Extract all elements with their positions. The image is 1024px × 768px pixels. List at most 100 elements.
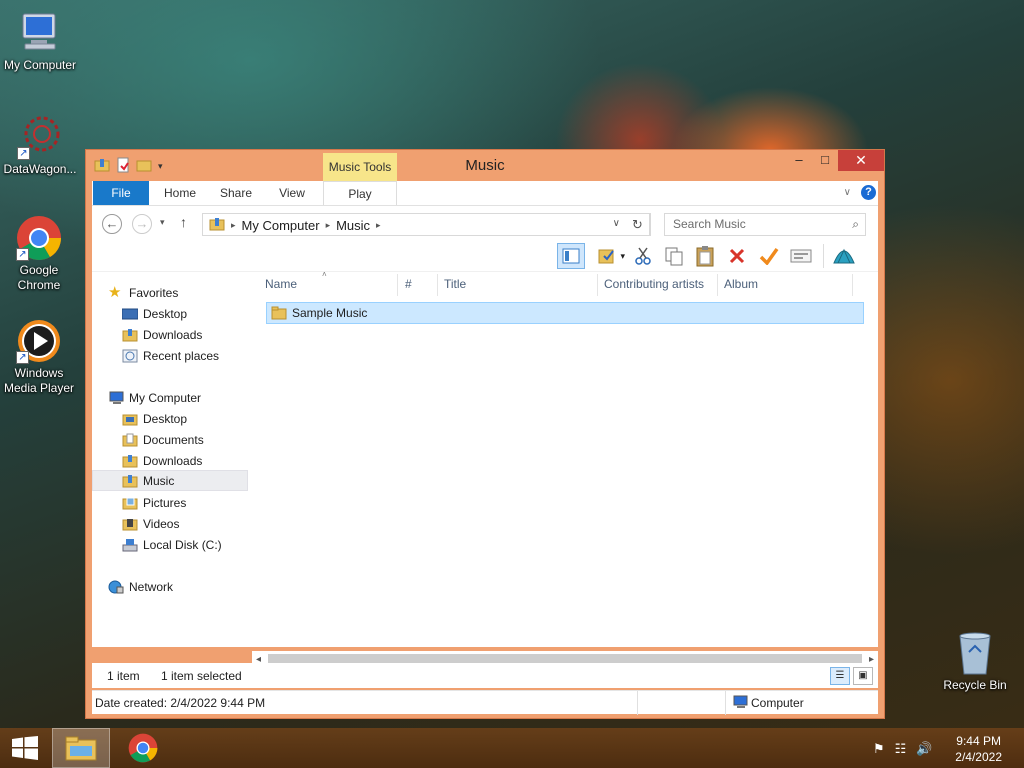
desktop-icon-datawagon[interactable]: ↗ DataWagon... xyxy=(0,114,80,177)
list-item[interactable]: Sample Music xyxy=(266,302,864,324)
nav-computer-local-disk[interactable]: Local Disk (C:) xyxy=(92,534,248,555)
nav-my-computer[interactable]: My Computer xyxy=(92,387,248,408)
nav-label: Recent places xyxy=(143,348,220,363)
search-input[interactable]: Search Music ⌕ xyxy=(664,213,866,236)
tab-play[interactable]: Play xyxy=(323,181,397,205)
tab-view[interactable]: View xyxy=(266,181,318,205)
expand-ribbon-icon[interactable]: ∨ xyxy=(844,187,851,198)
breadcrumb-separator-icon[interactable]: ▸ xyxy=(231,220,236,231)
network-status-icon[interactable]: ☷ xyxy=(895,741,907,757)
column-header-name[interactable]: Name xyxy=(265,277,297,291)
star-icon: ★ xyxy=(108,283,122,301)
up-arrow-icon[interactable]: ↑ xyxy=(180,214,187,230)
pictures-folder-icon xyxy=(122,496,138,510)
desktop-icon-recycle-bin[interactable]: Recycle Bin xyxy=(935,630,1015,693)
nav-label: Downloads xyxy=(143,327,203,342)
delete-icon[interactable] xyxy=(723,243,751,269)
nav-favorites[interactable]: ★ Favorites xyxy=(92,282,248,303)
nav-favorites-recent-places[interactable]: Recent places xyxy=(92,345,248,366)
breadcrumb-separator-icon[interactable]: ▸ xyxy=(376,220,381,231)
nav-label: Music xyxy=(143,473,175,488)
details-bar: Date created: 2/4/2022 9:44 PM Computer xyxy=(92,690,878,715)
large-icons-view-button[interactable]: ▣ xyxy=(853,667,873,685)
start-button[interactable] xyxy=(0,728,50,768)
desktop-icon-label: My Computer xyxy=(3,58,77,72)
paste-icon[interactable] xyxy=(691,243,719,269)
shell-icon[interactable] xyxy=(830,243,858,269)
properties-button[interactable]: ▾ xyxy=(597,243,625,269)
desktop-icon-windows-media-player[interactable]: ↗ Windows Media Player xyxy=(0,318,79,396)
nav-label: Favorites xyxy=(129,285,179,300)
file-explorer-icon xyxy=(65,736,97,761)
forward-button[interactable]: → xyxy=(132,214,152,234)
desktop-icon-label: DataWagon... xyxy=(3,162,77,176)
preview-pane-button[interactable] xyxy=(557,243,585,269)
tab-home[interactable]: Home xyxy=(154,181,206,205)
nav-computer-music[interactable]: Music xyxy=(92,470,248,491)
music-folder-icon xyxy=(122,474,138,488)
breadcrumb-my-computer[interactable]: My Computer xyxy=(242,218,320,233)
close-button[interactable]: ✕ xyxy=(838,150,884,171)
shortcut-arrow-icon: ↗ xyxy=(16,351,29,364)
column-header-album[interactable]: Album xyxy=(724,277,758,291)
date-created: Date created: 2/4/2022 9:44 PM xyxy=(95,696,266,710)
cut-icon[interactable] xyxy=(629,243,657,269)
desktop-icon-my-computer[interactable]: My Computer xyxy=(0,10,80,73)
nav-computer-documents[interactable]: Documents xyxy=(92,429,248,450)
breadcrumb-music[interactable]: Music xyxy=(336,218,370,233)
item-count: 1 item xyxy=(107,669,140,683)
videos-folder-icon xyxy=(122,517,138,531)
refresh-button[interactable]: ↻ xyxy=(626,213,650,236)
recent-locations-icon[interactable]: ▾ xyxy=(160,217,165,228)
nav-favorites-desktop[interactable]: Desktop xyxy=(92,303,248,324)
nav-computer-pictures[interactable]: Pictures xyxy=(92,492,248,513)
nav-label: My Computer xyxy=(129,390,202,405)
tab-share[interactable]: Share xyxy=(210,181,262,205)
address-bar[interactable]: ▸ My Computer ▸ Music ▸ ∨ xyxy=(202,213,651,236)
column-header-contributing-artists[interactable]: Contributing artists xyxy=(604,277,704,291)
datawagon-icon: ↗ xyxy=(17,114,63,160)
rename-checkmark-icon[interactable] xyxy=(755,243,783,269)
title-bar[interactable]: ▾ Music Tools Music – □ ✕ xyxy=(86,150,884,181)
desktop-icon-google-chrome[interactable]: ↗ Google Chrome xyxy=(0,215,79,293)
column-header-title[interactable]: Title xyxy=(444,277,466,291)
taskbar-file-explorer[interactable] xyxy=(52,728,110,768)
address-dropdown-icon[interactable]: ∨ xyxy=(613,218,620,229)
nav-computer-videos[interactable]: Videos xyxy=(92,513,248,534)
minimize-button[interactable]: – xyxy=(786,150,812,171)
address-row: ← → ▾ ↑ ▸ My Computer ▸ Music ▸ ∨ ↻ Sear… xyxy=(92,205,878,240)
location-label: Computer xyxy=(751,696,804,710)
taskbar-chrome[interactable] xyxy=(115,728,171,768)
email-icon[interactable] xyxy=(787,243,815,269)
column-header-number[interactable]: # xyxy=(405,277,412,291)
media-player-icon: ↗ xyxy=(16,318,62,364)
recent-places-icon xyxy=(122,349,138,363)
nav-favorites-downloads[interactable]: Downloads xyxy=(92,324,248,345)
status-bar: 1 item 1 item selected ☰ ▣ xyxy=(92,663,878,688)
nav-computer-desktop[interactable]: Desktop xyxy=(92,408,248,429)
volume-icon[interactable]: 🔊 xyxy=(916,741,932,757)
action-center-flag-icon[interactable]: ⚑ xyxy=(873,741,885,757)
windows-logo-icon xyxy=(12,736,38,760)
tab-file[interactable]: File xyxy=(93,181,149,205)
sort-indicator-icon: ˄ xyxy=(322,270,327,279)
downloads-folder-icon xyxy=(122,454,138,468)
desktop-icon-label-line1: Google xyxy=(19,263,59,277)
help-icon[interactable]: ? xyxy=(861,185,876,200)
ribbon-tabs: File Home Share View Play ∨ ? xyxy=(92,181,878,205)
documents-folder-icon xyxy=(122,433,138,447)
clock-date: 2/4/2022 xyxy=(955,750,1002,764)
copy-icon[interactable] xyxy=(660,243,688,269)
network-icon xyxy=(108,580,124,594)
desktop-icon-label-line1: Windows xyxy=(14,366,64,380)
clock[interactable]: 9:44 PM 2/4/2022 xyxy=(955,733,1002,765)
taskbar: ⚑ ☷ 🔊 9:44 PM 2/4/2022 xyxy=(0,728,1024,768)
maximize-button[interactable]: □ xyxy=(812,150,838,171)
breadcrumb-separator-icon[interactable]: ▸ xyxy=(326,220,331,231)
nav-label: Network xyxy=(129,579,174,594)
back-button[interactable]: ← xyxy=(102,214,122,234)
nav-computer-downloads[interactable]: Downloads xyxy=(92,450,248,471)
desktop-icon-label: Recycle Bin xyxy=(943,678,1007,692)
details-view-button[interactable]: ☰ xyxy=(830,667,850,685)
nav-network[interactable]: Network xyxy=(92,576,248,597)
